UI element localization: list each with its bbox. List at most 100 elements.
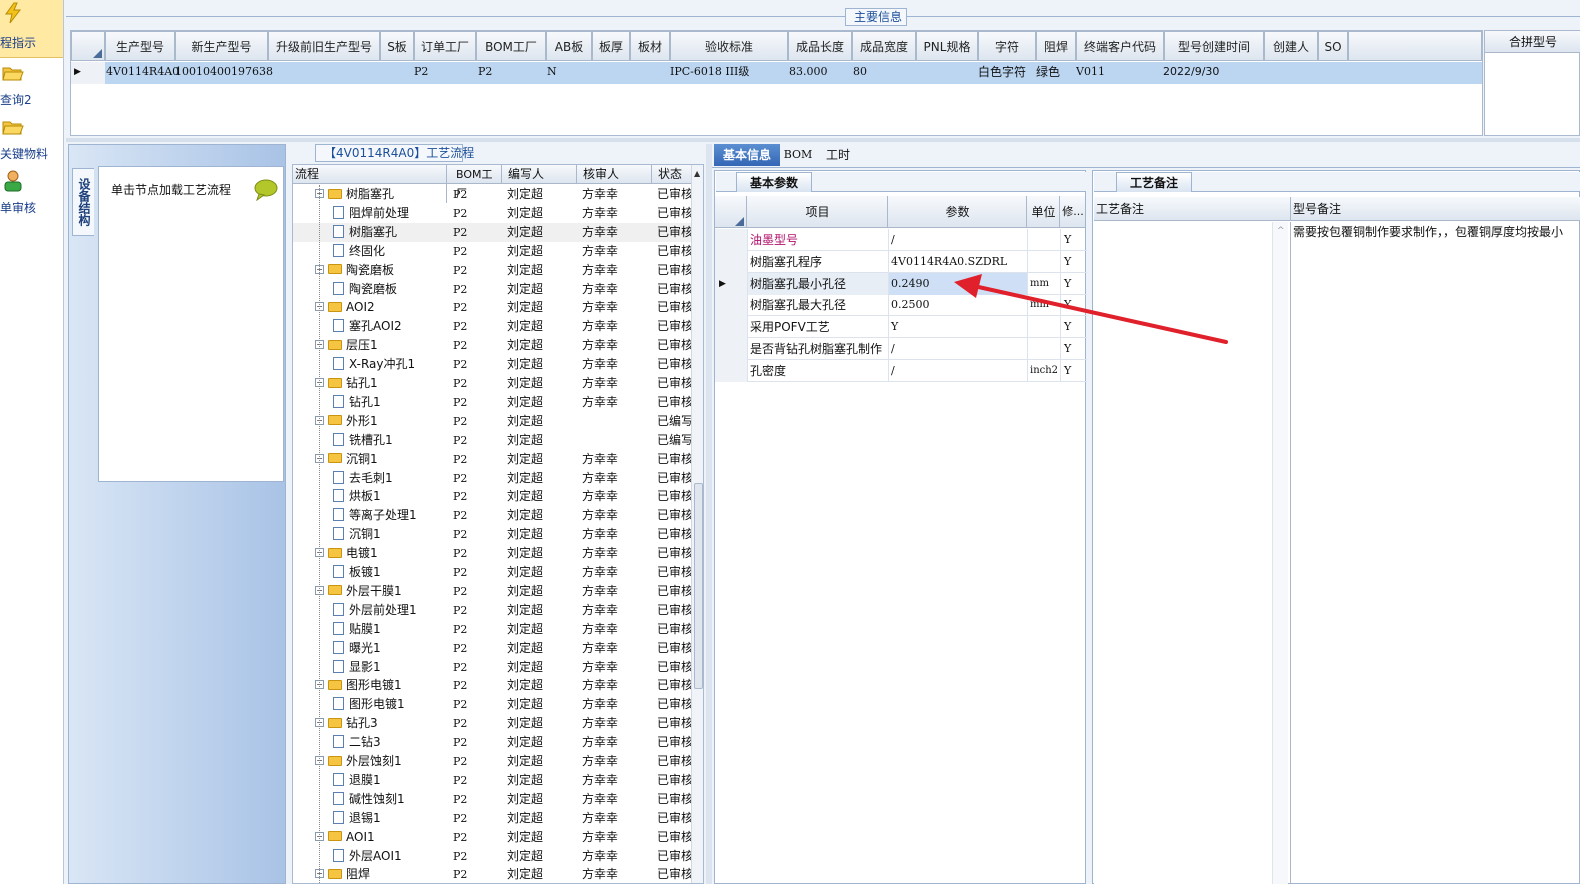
tab-work-hours[interactable]: 工时 [818, 144, 858, 166]
col-header-bom-factory[interactable]: BOM工厂 [476, 31, 546, 61]
tree-row[interactable]: 沉铜1 P2 刘定超 方幸幸 已审核 [293, 525, 691, 544]
tree-row[interactable]: 陶瓷磨板 P2 刘定超 方幸幸 已审核 [293, 280, 691, 299]
process-flow-scrollbar[interactable]: ▲ [691, 165, 703, 883]
col-header-mod[interactable]: 修... [1061, 196, 1085, 228]
tree-row[interactable]: 铣槽孔1 P2 刘定超 已编写 [293, 431, 691, 450]
sidebar-item-key-material[interactable]: 关键物料 [0, 114, 63, 168]
col-header-new-model[interactable]: 新生产型号 [175, 31, 268, 61]
table-row[interactable]: 油墨型号 / Y [715, 229, 1087, 251]
model-note-text[interactable]: 需要按包覆铜制作要求制作，，包覆铜厚度均按最小 [1290, 222, 1580, 884]
sidebar-item-review[interactable]: 单审核 [0, 168, 63, 222]
tree-row[interactable]: − 树脂塞孔 P2 刘定超 方幸幸 已审核 [293, 185, 691, 204]
tree-row[interactable]: − 电镀1 P2 刘定超 方幸幸 已审核 [293, 544, 691, 563]
tab-basic-info[interactable]: 基本信息 [714, 144, 780, 166]
sidebar-item-query2[interactable]: 查询2 [0, 60, 63, 114]
tree-row[interactable]: − 图形电镀1 P2 刘定超 方幸幸 已审核 [293, 676, 691, 695]
tree-row[interactable]: 钻孔1 P2 刘定超 方幸幸 已审核 [293, 393, 691, 412]
tree-row[interactable]: 外层AOI1 P2 刘定超 方幸幸 已审核 [293, 847, 691, 866]
tree-row[interactable]: − AOI2 P2 刘定超 方幸幸 已审核 [293, 298, 691, 317]
cell-bom-factory: P2 [453, 641, 468, 655]
tree-row[interactable]: X-Ray冲孔1 P2 刘定超 方幸幸 已审核 [293, 355, 691, 374]
col-header-pnl[interactable]: PNL规格 [916, 31, 978, 61]
col-header-creator[interactable]: 创建人 [1264, 31, 1318, 61]
tree-row[interactable]: 烘板1 P2 刘定超 方幸幸 已审核 [293, 487, 691, 506]
sidebar-item-label: 关键物料 [0, 147, 49, 161]
tree-row[interactable]: 碱性蚀刻1 P2 刘定超 方幸幸 已审核 [293, 790, 691, 809]
note-scrollbar[interactable]: ^ [1272, 222, 1288, 884]
tree-node-label: 外层干膜1 [346, 583, 402, 598]
cell-writer: 刘定超 [507, 583, 544, 598]
col-header-param[interactable]: 参数 [889, 196, 1027, 228]
tree-row[interactable]: 退锡1 P2 刘定超 方幸幸 已审核 [293, 809, 691, 828]
col-header-ab-board[interactable]: AB板 [546, 31, 592, 61]
tree-row[interactable]: − 阻焊 P2 刘定超 方幸幸 已审核 [293, 865, 691, 883]
tab-basic-params[interactable]: 基本参数 [736, 172, 812, 192]
scroll-up-icon[interactable]: ▲ [694, 169, 700, 178]
folder-icon [328, 301, 342, 312]
tree-row[interactable]: 曝光1 P2 刘定超 方幸幸 已审核 [293, 639, 691, 658]
cell-status: 已审核 [657, 187, 691, 201]
tree-row[interactable]: 外层前处理1 P2 刘定超 方幸幸 已审核 [293, 601, 691, 620]
tree-row[interactable]: − 钻孔3 P2 刘定超 方幸幸 已审核 [293, 714, 691, 733]
col-header-character[interactable]: 字符 [978, 31, 1036, 61]
tree-row[interactable]: 阻焊前处理 P2 刘定超 方幸幸 已审核 [293, 204, 691, 223]
sidebar-item-process-guide[interactable]: 程指示 [0, 0, 63, 58]
tab-process-notes[interactable]: 工艺备注 [1116, 172, 1192, 192]
tree-row[interactable]: − 外形1 P2 刘定超 已编写 [293, 412, 691, 431]
node-tree-panel[interactable]: 单击节点加载工艺流程 [98, 166, 284, 482]
horizontal-splitter[interactable] [66, 138, 1580, 142]
col-header-width[interactable]: 成品宽度 [852, 31, 916, 61]
col-header-old-model[interactable]: 升级前旧生产型号 [268, 31, 380, 61]
tree-row[interactable]: 终固化 P2 刘定超 方幸幸 已审核 [293, 242, 691, 261]
cell-param[interactable]: / [889, 229, 1028, 251]
tree-row[interactable]: − 钻孔1 P2 刘定超 方幸幸 已审核 [293, 374, 691, 393]
document-icon [333, 565, 344, 578]
scroll-up-icon[interactable]: ^ [1277, 226, 1285, 236]
col-header-item[interactable]: 项目 [748, 196, 888, 228]
col-header-unit[interactable]: 单位 [1028, 196, 1060, 228]
col-header-acceptance[interactable]: 验收标准 [670, 31, 788, 61]
col-header-model[interactable]: 生产型号 [105, 31, 175, 61]
col-header-checker[interactable]: 核审人 [576, 165, 650, 184]
tree-row[interactable]: 贴膜1 P2 刘定超 方幸幸 已审核 [293, 620, 691, 639]
scroll-thumb[interactable] [694, 483, 703, 689]
col-header-customer-code[interactable]: 终端客户代码 [1076, 31, 1164, 61]
tree-row[interactable]: − 外层干膜1 P2 刘定超 方幸幸 已审核 [293, 582, 691, 601]
tree-row[interactable]: − AOI1 P2 刘定超 方幸幸 已审核 [293, 828, 691, 847]
folder-icon [328, 188, 342, 199]
table-row[interactable]: 孔密度 / inch2 Y [715, 359, 1087, 382]
tree-row[interactable]: 等离子处理1 P2 刘定超 方幸幸 已审核 [293, 506, 691, 525]
tree-row[interactable]: 树脂塞孔 P2 刘定超 方幸幸 已审核 [293, 222, 691, 242]
cell-param[interactable]: / [889, 359, 1028, 382]
col-header-flow[interactable]: 流程 [295, 165, 319, 184]
tree-row[interactable]: − 层压1 P2 刘定超 方幸幸 已审核 [293, 336, 691, 355]
col-header-length[interactable]: 成品长度 [788, 31, 852, 61]
vertical-tab-device-structure[interactable]: 设备结构 [72, 168, 94, 236]
tab-bom[interactable]: BOM [782, 144, 814, 166]
cell-solder-mask: 绿色 [1036, 65, 1061, 79]
tree-node-label: 树脂塞孔 [346, 187, 395, 201]
col-header-status[interactable]: 状态 [651, 165, 691, 184]
cell-checker: 方幸幸 [582, 583, 619, 598]
col-header-order-factory[interactable]: 订单工厂 [414, 31, 476, 61]
tree-row[interactable]: 显影1 P2 刘定超 方幸幸 已审核 [293, 658, 691, 677]
tree-row[interactable]: − 沉铜1 P2 刘定超 方幸幸 已审核 [293, 450, 691, 469]
tree-row[interactable]: 退膜1 P2 刘定超 方幸幸 已审核 [293, 771, 691, 790]
col-header-s-board[interactable]: S板 [380, 31, 414, 61]
tree-row[interactable]: 去毛刺1 P2 刘定超 方幸幸 已审核 [293, 469, 691, 488]
col-header-created-time[interactable]: 型号创建时间 [1164, 31, 1264, 61]
tree-row[interactable]: − 陶瓷磨板 P2 刘定超 方幸幸 已审核 [293, 261, 691, 280]
col-header-solder-mask[interactable]: 阻焊 [1036, 31, 1076, 61]
tree-row[interactable]: 塞孔AOI2 P2 刘定超 方幸幸 已审核 [293, 317, 691, 336]
tree-row[interactable]: 板镀1 P2 刘定超 方幸幸 已审核 [293, 563, 691, 582]
tree-row[interactable]: 图形电镀1 P2 刘定超 方幸幸 已审核 [293, 695, 691, 714]
tree-row[interactable]: − 外层蚀刻1 P2 刘定超 方幸幸 已审核 [293, 752, 691, 771]
col-header-material[interactable]: 板材 [630, 31, 670, 61]
col-header-thickness[interactable]: 板厚 [592, 31, 630, 61]
tree-row[interactable]: 二钻3 P2 刘定超 方幸幸 已审核 [293, 733, 691, 752]
table-row[interactable]: ▶ 4V0114R4A0 10010400197638 P2 P2 N IPC-… [71, 62, 1482, 84]
cell-bom-factory: P2 [453, 282, 468, 296]
col-header-writer[interactable]: 编写人 [501, 165, 575, 184]
col-header-so[interactable]: SO [1318, 31, 1348, 61]
vertical-splitter[interactable] [706, 144, 712, 884]
